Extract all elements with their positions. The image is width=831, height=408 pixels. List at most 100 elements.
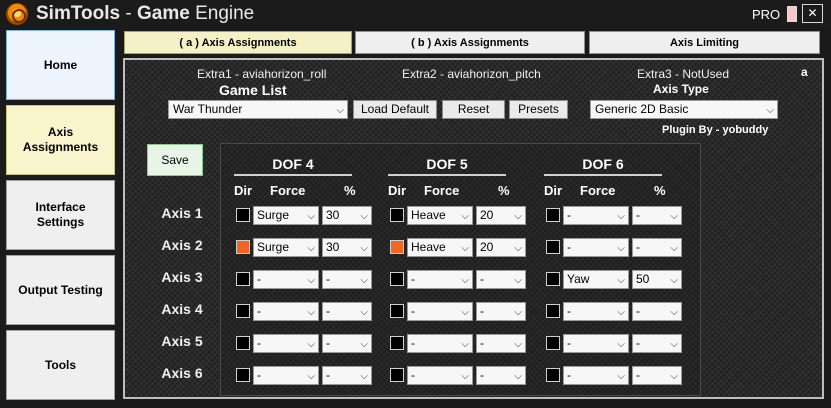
percent-select[interactable]: - ⌵ <box>632 206 682 225</box>
force-select[interactable]: - ⌵ <box>407 302 473 321</box>
force-select[interactable]: - ⌵ <box>563 366 629 385</box>
extra2-label: Extra2 - aviahorizon_pitch <box>402 67 541 81</box>
presets-button[interactable]: Presets <box>509 100 568 119</box>
force-select[interactable]: Surge ⌵ <box>253 206 319 225</box>
axis-type-value: Generic 2D Basic <box>595 102 689 116</box>
percent-select[interactable]: - ⌵ <box>476 366 526 385</box>
percent-select[interactable]: - ⌵ <box>632 302 682 321</box>
tab-axis-limiting[interactable]: Axis Limiting <box>589 31 820 54</box>
load-default-button[interactable]: Load Default <box>353 100 437 119</box>
dir-checkbox[interactable] <box>546 272 560 286</box>
chevron-down-icon: ⌵ <box>461 243 469 254</box>
force-value: - <box>567 240 571 254</box>
title-brand: SimTools <box>36 3 121 24</box>
chevron-down-icon: ⌵ <box>360 211 368 222</box>
percent-select[interactable]: 20 ⌵ <box>476 206 526 225</box>
reset-button[interactable]: Reset <box>442 100 505 119</box>
dir-checkbox[interactable] <box>546 336 560 350</box>
column-header-dir: Dir <box>388 183 407 198</box>
sidebar-item-home[interactable]: Home <box>6 30 115 100</box>
sidebar-item-interface-settings[interactable]: Interface Settings <box>6 180 115 250</box>
extra3-label: Extra3 - NotUsed <box>637 67 730 81</box>
dir-checkbox[interactable] <box>390 304 404 318</box>
percent-select[interactable]: - ⌵ <box>632 334 682 353</box>
percent-select[interactable]: 30 ⌵ <box>322 238 372 257</box>
pro-label: PRO <box>752 7 781 22</box>
percent-select[interactable]: - ⌵ <box>322 334 372 353</box>
save-button[interactable]: Save <box>147 144 203 176</box>
dir-checkbox[interactable] <box>236 336 250 350</box>
force-select[interactable]: - ⌵ <box>253 334 319 353</box>
force-select[interactable]: - ⌵ <box>253 302 319 321</box>
force-select[interactable]: Yaw ⌵ <box>563 270 629 289</box>
dir-checkbox[interactable] <box>546 208 560 222</box>
force-select[interactable]: - ⌵ <box>407 270 473 289</box>
chevron-down-icon: ⌵ <box>461 211 469 222</box>
dir-checkbox[interactable] <box>236 272 250 286</box>
extra1-label: Extra1 - aviahorizon_roll <box>197 67 327 81</box>
sidebar-item-label: Tools <box>44 357 77 372</box>
force-select[interactable]: - ⌵ <box>563 238 629 257</box>
chevron-down-icon: ⌵ <box>307 307 315 318</box>
chevron-down-icon: ⌵ <box>670 307 678 318</box>
force-select[interactable]: - ⌵ <box>253 366 319 385</box>
close-button[interactable]: ✕ <box>802 4 823 23</box>
dof-underline <box>388 174 506 176</box>
percent-select[interactable]: 30 ⌵ <box>322 206 372 225</box>
dir-checkbox[interactable] <box>390 272 404 286</box>
dir-checkbox[interactable] <box>546 304 560 318</box>
force-value: - <box>257 304 261 318</box>
dir-checkbox[interactable] <box>546 368 560 382</box>
percent-select[interactable]: - ⌵ <box>322 302 372 321</box>
force-select[interactable]: - ⌵ <box>563 302 629 321</box>
sidebar-item-axis-assignments[interactable]: Axis Assignments <box>6 105 115 175</box>
dir-checkbox[interactable] <box>390 240 404 254</box>
force-select[interactable]: - ⌵ <box>407 366 473 385</box>
dir-checkbox[interactable] <box>390 336 404 350</box>
dir-checkbox[interactable] <box>546 240 560 254</box>
percent-select[interactable]: - ⌵ <box>476 270 526 289</box>
axis-type-select[interactable]: Generic 2D Basic ⌵ <box>590 100 778 119</box>
percent-value: - <box>326 336 330 350</box>
force-select[interactable]: Heave ⌵ <box>407 206 473 225</box>
percent-select[interactable]: - ⌵ <box>632 238 682 257</box>
percent-select[interactable]: - ⌵ <box>476 302 526 321</box>
sidebar-item-label: Axis Assignments <box>22 125 99 154</box>
force-select[interactable]: Surge ⌵ <box>253 238 319 257</box>
column-header-percent: % <box>498 183 510 198</box>
chevron-down-icon: ⌵ <box>670 211 678 222</box>
sidebar-item-tools[interactable]: Tools <box>6 330 115 400</box>
dir-checkbox[interactable] <box>236 208 250 222</box>
axis-label-4: Axis 4 <box>161 301 203 317</box>
dof-title: DOF 6 <box>582 156 624 172</box>
percent-select[interactable]: - ⌵ <box>476 334 526 353</box>
column-header-force: Force <box>270 183 306 198</box>
tab-axis-assignments-b[interactable]: ( b ) Axis Assignments <box>355 31 585 54</box>
percent-select[interactable]: - ⌵ <box>322 366 372 385</box>
force-select[interactable]: Heave ⌵ <box>407 238 473 257</box>
force-select[interactable]: - ⌵ <box>563 206 629 225</box>
tab-axis-assignments-a[interactable]: ( a ) Axis Assignments <box>124 31 352 54</box>
dir-checkbox[interactable] <box>236 240 250 254</box>
percent-select[interactable]: - ⌵ <box>632 366 682 385</box>
force-select[interactable]: - ⌵ <box>253 270 319 289</box>
percent-select[interactable]: - ⌵ <box>322 270 372 289</box>
percent-value: 20 <box>480 240 494 254</box>
force-select[interactable]: - ⌵ <box>563 334 629 353</box>
dof-underline <box>544 174 662 176</box>
percent-value: - <box>480 368 484 382</box>
percent-select[interactable]: 50 ⌵ <box>632 270 682 289</box>
sidebar-item-output-testing[interactable]: Output Testing <box>6 255 115 325</box>
percent-value: - <box>636 304 640 318</box>
dir-checkbox[interactable] <box>236 368 250 382</box>
percent-select[interactable]: 20 ⌵ <box>476 238 526 257</box>
game-list-select[interactable]: War Thunder ⌵ <box>168 100 348 119</box>
percent-value: 50 <box>636 272 650 286</box>
pro-toggle[interactable] <box>787 6 797 22</box>
dir-checkbox[interactable] <box>390 368 404 382</box>
dir-checkbox[interactable] <box>236 304 250 318</box>
sidebar-item-label: Home <box>43 57 78 72</box>
dir-checkbox[interactable] <box>390 208 404 222</box>
chevron-down-icon: ⌵ <box>514 243 522 254</box>
force-select[interactable]: - ⌵ <box>407 334 473 353</box>
